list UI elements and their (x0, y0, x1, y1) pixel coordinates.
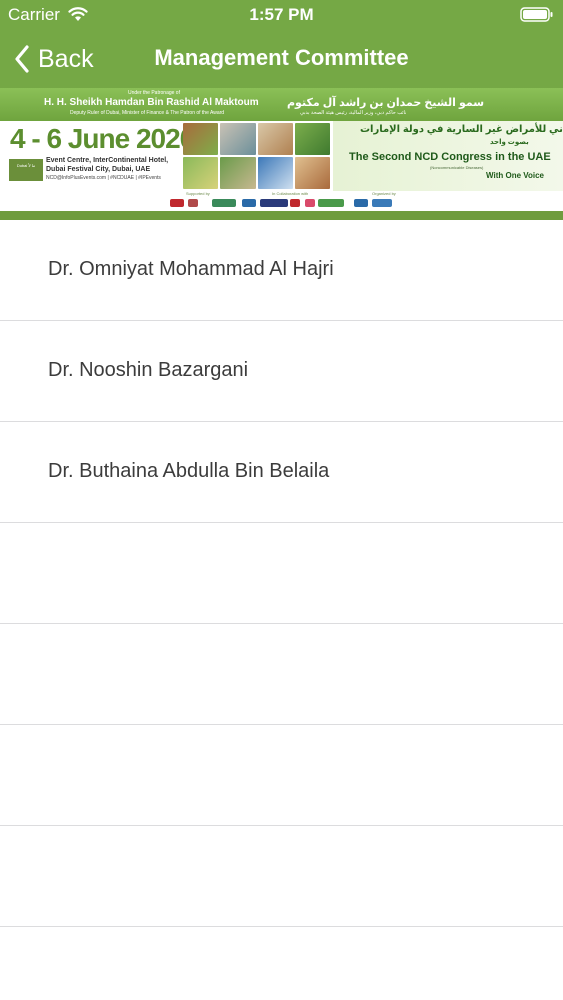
sponsor-logo (170, 199, 184, 207)
banner-photo (257, 123, 293, 155)
supported-by-label: Supported by (186, 191, 210, 196)
committee-member-name: Dr. Buthaina Abdulla Bin Belaila (48, 460, 330, 482)
banner-bottom-strip (0, 211, 563, 220)
committee-member-name: Dr. Nooshin Bazargani (48, 359, 249, 381)
event-date: 4 - 6 June 2020 (10, 123, 195, 154)
banner-photo (294, 123, 330, 155)
sponsor-strip: Supported by In Collaboration with Organ… (0, 191, 563, 211)
header: Carrier 1:57 PM Back Management Committe… (0, 0, 563, 88)
collaboration-label: In Collaboration with (272, 191, 309, 196)
banner-photo-grid (183, 123, 330, 189)
page-title: Management Committee (154, 45, 409, 70)
empty-list-row (0, 826, 563, 927)
sheikh-title: Deputy Ruler of Dubai, Minister of Finan… (70, 110, 225, 116)
sponsor-logo (318, 199, 344, 207)
sponsor-logo (260, 199, 288, 207)
venue-line-2: Dubai Festival City, Dubai, UAE (46, 166, 151, 173)
battery-icon (520, 7, 553, 22)
sponsor-logo (290, 199, 300, 207)
dubai-logo: Dubai ما لأ (9, 159, 43, 181)
banner-main: 4 - 6 June 2020 Dubai ما لأ Event Centre… (0, 121, 563, 191)
banner-photo (257, 157, 293, 189)
contact-line: NCD@InfoPlusEvents.com | #NCDUAE | #IPEv… (46, 175, 161, 181)
navigation-bar: Back Management Committee (0, 30, 563, 88)
event-banner: Under the Patronage of H. H. Sheikh Hamd… (0, 88, 563, 220)
list-item[interactable]: Dr. Buthaina Abdulla Bin Belaila (0, 422, 563, 523)
empty-list-row (0, 725, 563, 826)
banner-photo (220, 157, 256, 189)
banner-photo (183, 157, 219, 189)
banner-photo (294, 157, 330, 189)
banner-photo (183, 123, 219, 155)
arabic-one-voice: بصوت واحد (490, 139, 529, 146)
status-bar: Carrier 1:57 PM (0, 0, 563, 30)
arabic-congress-title: المؤتمر الثاني للأمراض غير السارية في دو… (360, 124, 563, 135)
sponsor-logo (212, 199, 236, 207)
one-voice-label: With One Voice (486, 171, 545, 180)
sponsor-logo (242, 199, 256, 207)
banner-patronage-strip: Under the Patronage of H. H. Sheikh Hamd… (0, 88, 563, 121)
empty-list-row (0, 927, 563, 1000)
congress-subtitle: (Noncommunicable Diseases) (430, 165, 484, 170)
status-time: 1:57 PM (249, 5, 314, 24)
banner-photo (220, 123, 256, 155)
arabic-sheikh-name: سمو الشيخ حمدان بن راشد آل مكتوم (287, 97, 485, 109)
organized-by-label: Organized by (372, 191, 396, 196)
patronage-label: Under the Patronage of (128, 90, 180, 96)
arabic-sheikh-title: نائب حاكم دبي، وزير المالية، رئيس هيئة ا… (300, 110, 407, 116)
list-item[interactable]: Dr. Nooshin Bazargani (0, 321, 563, 422)
empty-list-row (0, 624, 563, 725)
congress-title: The Second NCD Congress in the UAE (349, 151, 551, 163)
venue-line-1: Event Centre, InterContinental Hotel, (46, 157, 169, 164)
committee-list: Dr. Omniyat Mohammad Al Hajri Dr. Nooshi… (0, 220, 563, 1000)
sponsor-logo (354, 199, 368, 207)
sponsor-logo (188, 199, 198, 207)
empty-list-row (0, 523, 563, 624)
sponsor-logo (372, 199, 392, 207)
sheikh-name: H. H. Sheikh Hamdan Bin Rashid Al Maktou… (44, 97, 259, 108)
list-item[interactable]: Dr. Omniyat Mohammad Al Hajri (0, 220, 563, 321)
sponsor-logo (305, 199, 315, 207)
committee-member-name: Dr. Omniyat Mohammad Al Hajri (48, 258, 334, 280)
